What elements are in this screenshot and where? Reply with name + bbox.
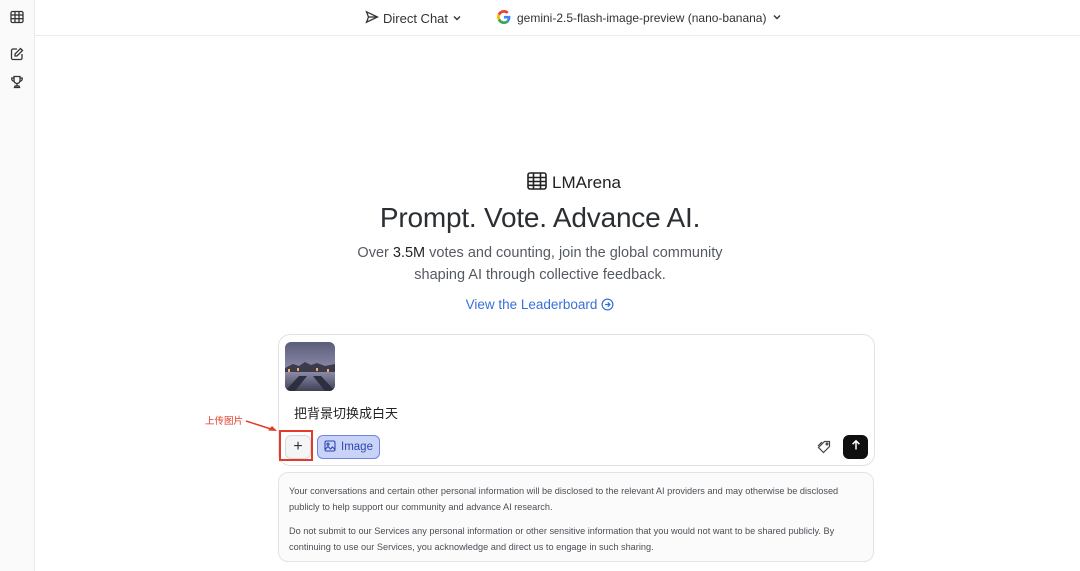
mode-dropdown[interactable]: Direct Chat [365, 8, 462, 28]
subtitle-line1: votes and counting, join the global comm… [425, 245, 723, 261]
hero-subtitle: Over 3.5M votes and counting, join the g… [0, 242, 1080, 286]
chevron-down-icon [452, 11, 462, 26]
arrow-up-icon [850, 438, 862, 456]
subtitle-line2: shaping AI through collective feedback. [414, 267, 666, 283]
annotation-label: 上传图片 [205, 416, 244, 427]
send-button[interactable] [843, 435, 868, 459]
disclaimer-paragraph: Your conversations and certain other per… [289, 486, 839, 512]
image-mode-toggle[interactable]: Image [317, 435, 380, 459]
trophy-icon[interactable] [9, 74, 25, 90]
chevron-down-icon [772, 11, 782, 25]
leaderboard-link[interactable]: View the Leaderboard [0, 297, 1080, 314]
leaderboard-link-label: View the Leaderboard [465, 297, 598, 312]
table-icon[interactable] [9, 9, 25, 25]
brand-logo: LMArena [527, 171, 621, 195]
uploaded-image-thumbnail[interactable] [285, 342, 335, 391]
annotation-arrow [245, 420, 277, 431]
image-icon [324, 439, 336, 455]
prompt-input[interactable]: 把背景切换成白天 [294, 403, 398, 422]
table-icon [527, 171, 547, 195]
model-dropdown[interactable]: gemini-2.5-flash-image-preview (nano-ban… [496, 8, 782, 28]
arrow-circle-right-icon [601, 298, 614, 314]
send-icon [365, 10, 380, 27]
image-chip-label: Image [341, 441, 373, 453]
subtitle-prefix: Over [357, 245, 393, 261]
tag-icon[interactable] [816, 439, 832, 455]
edit-icon[interactable] [9, 46, 25, 62]
brand-name: LMArena [552, 173, 621, 192]
model-label: gemini-2.5-flash-image-preview (nano-ban… [517, 11, 767, 25]
chat-composer: 把背景切换成白天 + Image [278, 334, 875, 466]
privacy-disclaimer: Your conversations and certain other per… [278, 472, 874, 562]
page-title: Prompt. Vote. Advance AI. [379, 202, 701, 233]
annotation-highlight-box [279, 430, 313, 461]
google-icon [496, 9, 511, 27]
mode-label: Direct Chat [383, 10, 449, 26]
disclaimer-paragraph: Do not submit to our Services any person… [289, 526, 835, 552]
vote-count: 3.5M [392, 245, 426, 261]
top-bar: Direct Chat gemini-2.5-flash-image-previ… [35, 0, 1080, 36]
